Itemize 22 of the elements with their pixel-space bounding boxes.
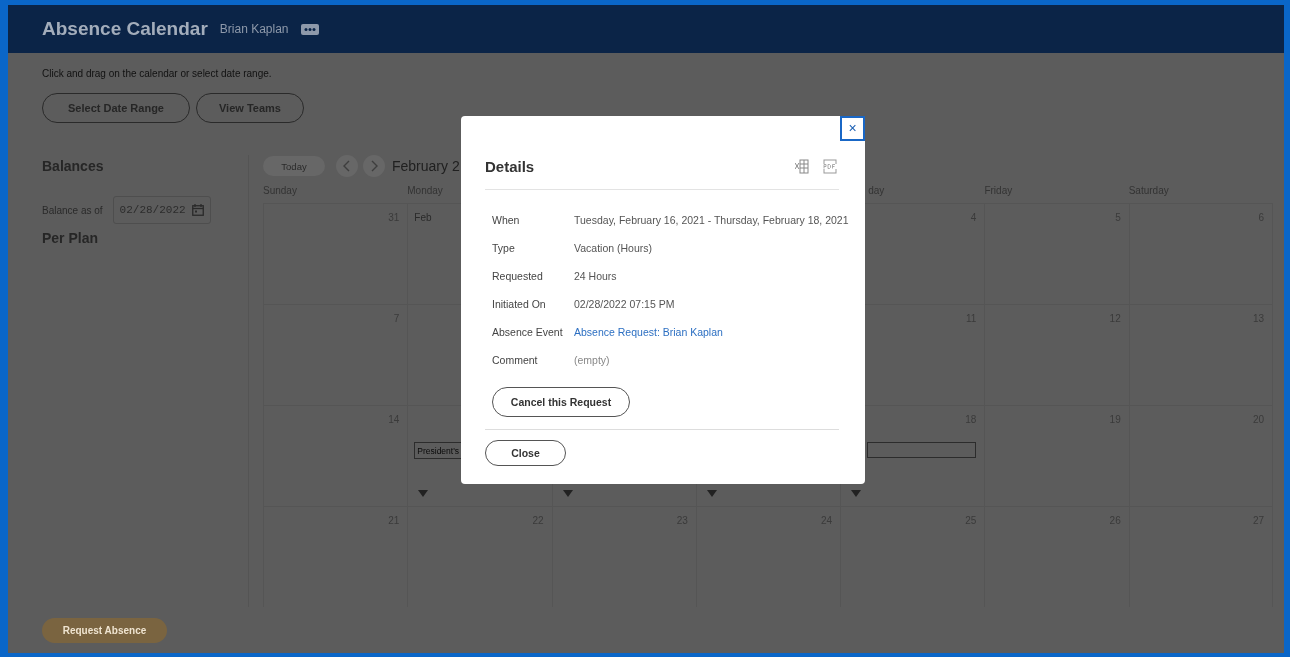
field-value: Tuesday, February 16, 2021 - Thursday, February 18, 2021 (574, 213, 849, 226)
user-name: Brian Kaplan (219, 22, 289, 36)
dialog-title: Details (485, 158, 535, 175)
close-dialog-button[interactable]: Close (485, 440, 566, 466)
field-value: 02/28/2022 07:15 PM (574, 297, 675, 310)
close-button[interactable]: × (840, 116, 865, 141)
instruction-text: Click and drag on the calendar or select date range. (42, 68, 273, 79)
field-value: (empty) (574, 353, 610, 366)
field-label: Type (492, 241, 516, 254)
today-button[interactable]: Today (263, 156, 325, 176)
month-title: February 2 (392, 158, 460, 174)
cancel-request-button[interactable]: Cancel this Request (492, 387, 630, 417)
field-label: When (492, 213, 521, 226)
field-value: 24 Hours (574, 269, 617, 282)
request-absence-button[interactable]: Request Absence (42, 617, 167, 643)
page-title: Absence Calendar (42, 18, 208, 40)
field-label: Initiated On (492, 297, 547, 310)
field-label: Requested (492, 269, 544, 282)
field-label: Absence Event (492, 325, 564, 338)
field-label: Comment (492, 353, 539, 366)
field-value: Vacation (Hours) (574, 241, 652, 254)
absence-event-link[interactable]: Absence Request: Brian Kaplan (574, 325, 723, 338)
